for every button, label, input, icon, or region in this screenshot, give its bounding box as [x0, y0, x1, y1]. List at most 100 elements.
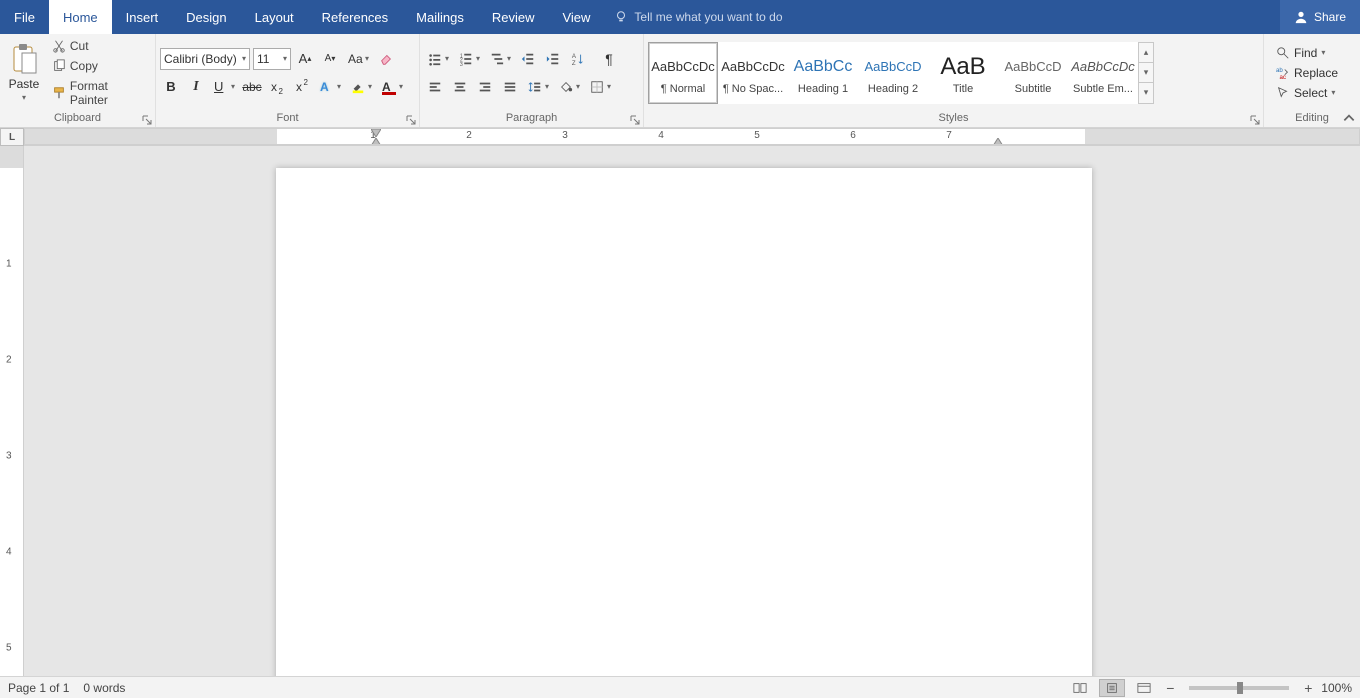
- zoom-thumb[interactable]: [1237, 682, 1243, 694]
- tab-file[interactable]: File: [0, 0, 49, 34]
- multilevel-list-button[interactable]: ▾: [486, 48, 514, 70]
- numbering-icon: 123: [459, 52, 473, 66]
- zoom-out-button[interactable]: −: [1163, 680, 1177, 696]
- superscript-button[interactable]: x2: [291, 76, 313, 98]
- zoom-slider[interactable]: [1189, 686, 1289, 690]
- tab-view[interactable]: View: [548, 0, 604, 34]
- chevron-down-icon: ▾: [607, 82, 611, 91]
- zoom-in-button[interactable]: +: [1301, 680, 1315, 696]
- decrease-indent-button[interactable]: [517, 48, 539, 70]
- first-line-indent-marker[interactable]: [371, 129, 381, 137]
- underline-button[interactable]: U▾: [210, 76, 238, 98]
- style-tile-normal[interactable]: AaBbCcDc ¶ Normal: [648, 42, 718, 104]
- select-button[interactable]: Select▾: [1274, 85, 1340, 101]
- borders-button[interactable]: ▾: [586, 76, 614, 98]
- style-tile-heading1[interactable]: AaBbCc Heading 1: [788, 42, 858, 104]
- tab-home[interactable]: Home: [49, 0, 112, 34]
- styles-launcher[interactable]: [1249, 114, 1261, 126]
- page[interactable]: [276, 168, 1092, 676]
- line-spacing-icon: [528, 80, 542, 94]
- font-name-combo[interactable]: Calibri (Body)▾: [160, 48, 250, 70]
- chevron-down-icon: ▾: [576, 82, 580, 91]
- text-effects-button[interactable]: A▾: [316, 76, 344, 98]
- cursor-icon: [1276, 86, 1290, 100]
- tab-selector[interactable]: L: [0, 128, 24, 146]
- status-words[interactable]: 0 words: [83, 681, 125, 695]
- align-left-icon: [428, 80, 442, 94]
- bullets-button[interactable]: ▾: [424, 48, 452, 70]
- vertical-ruler[interactable]: 1 2 3 4 5: [0, 146, 24, 676]
- tab-insert[interactable]: Insert: [112, 0, 173, 34]
- chevron-down-icon: ▾: [337, 82, 341, 91]
- paragraph-launcher[interactable]: [629, 114, 641, 126]
- numbering-button[interactable]: 123▾: [455, 48, 483, 70]
- tell-me-search[interactable]: Tell me what you want to do: [604, 0, 792, 34]
- align-right-button[interactable]: [474, 76, 496, 98]
- subscript-button[interactable]: x2: [266, 76, 288, 98]
- styles-scroll: ▴ ▾ ▾: [1138, 42, 1154, 104]
- copy-button[interactable]: Copy: [50, 58, 151, 74]
- show-marks-button[interactable]: ¶: [598, 48, 620, 70]
- scissors-icon: [52, 39, 66, 53]
- status-page[interactable]: Page 1 of 1: [8, 681, 69, 695]
- clipboard-launcher[interactable]: [141, 114, 153, 126]
- tab-mailings[interactable]: Mailings: [402, 0, 478, 34]
- cut-button[interactable]: Cut: [50, 38, 151, 54]
- clear-formatting-button[interactable]: [375, 48, 397, 70]
- right-indent-marker[interactable]: [993, 138, 1003, 145]
- tab-references[interactable]: References: [308, 0, 402, 34]
- style-tile-nospacing[interactable]: AaBbCcDc ¶ No Spac...: [718, 42, 788, 104]
- increase-indent-button[interactable]: [542, 48, 564, 70]
- line-spacing-button[interactable]: ▾: [524, 76, 552, 98]
- chevron-down-icon: ▾: [507, 54, 511, 63]
- find-button[interactable]: Find▾: [1274, 45, 1340, 61]
- change-case-button[interactable]: Aa▾: [344, 48, 372, 70]
- share-button[interactable]: Share: [1280, 0, 1360, 34]
- font-launcher[interactable]: [405, 114, 417, 126]
- highlight-button[interactable]: ▾: [347, 76, 375, 98]
- align-left-button[interactable]: [424, 76, 446, 98]
- paste-button[interactable]: Paste ▾: [4, 36, 44, 109]
- view-read-mode[interactable]: [1067, 679, 1093, 697]
- shading-button[interactable]: ▾: [555, 76, 583, 98]
- font-size-value: 11: [257, 52, 269, 66]
- view-web-layout[interactable]: [1131, 679, 1157, 697]
- zoom-level[interactable]: 100%: [1321, 681, 1352, 695]
- tab-review[interactable]: Review: [478, 0, 549, 34]
- group-paragraph: ▾ 123▾ ▾ AZ ¶ ▾ ▾ ▾ P: [420, 34, 644, 127]
- collapse-ribbon-button[interactable]: [1342, 111, 1356, 125]
- format-painter-button[interactable]: Format Painter: [50, 78, 151, 108]
- strikethrough-button[interactable]: abc: [241, 76, 263, 98]
- horizontal-ruler[interactable]: 1 2 3 4 5 6 7: [24, 128, 1360, 145]
- align-center-button[interactable]: [449, 76, 471, 98]
- sort-button[interactable]: AZ: [567, 48, 595, 70]
- style-tile-heading2[interactable]: AaBbCcD Heading 2: [858, 42, 928, 104]
- tab-design[interactable]: Design: [172, 0, 240, 34]
- bold-button[interactable]: B: [160, 76, 182, 98]
- replace-button[interactable]: abac Replace: [1274, 65, 1340, 81]
- styles-scroll-up[interactable]: ▴: [1139, 43, 1153, 63]
- style-tile-title[interactable]: AaB Title: [928, 42, 998, 104]
- tab-layout[interactable]: Layout: [241, 0, 308, 34]
- font-size-combo[interactable]: 11▾: [253, 48, 291, 70]
- styles-scroll-down[interactable]: ▾: [1139, 63, 1153, 83]
- grow-font-button[interactable]: A▴: [294, 48, 316, 70]
- style-name: ¶ No Spac...: [723, 83, 783, 95]
- hanging-indent-marker[interactable]: [371, 138, 381, 145]
- style-name: ¶ Normal: [661, 83, 705, 95]
- shrink-font-button[interactable]: A▾: [319, 48, 341, 70]
- style-tile-subtleem[interactable]: AaBbCcDc Subtle Em...: [1068, 42, 1138, 104]
- view-print-layout[interactable]: [1099, 679, 1125, 697]
- styles-expand[interactable]: ▾: [1139, 83, 1153, 103]
- align-center-icon: [453, 80, 467, 94]
- chevron-down-icon: ▾: [22, 93, 26, 102]
- style-preview: AaBbCcDc: [651, 51, 715, 83]
- italic-button[interactable]: I: [185, 76, 207, 98]
- font-color-button[interactable]: A▾: [378, 76, 406, 98]
- justify-button[interactable]: [499, 76, 521, 98]
- multilevel-icon: [490, 52, 504, 66]
- document-canvas[interactable]: [24, 146, 1360, 676]
- style-tile-subtitle[interactable]: AaBbCcD Subtitle: [998, 42, 1068, 104]
- justify-icon: [503, 80, 517, 94]
- style-name: Subtitle: [1015, 83, 1052, 95]
